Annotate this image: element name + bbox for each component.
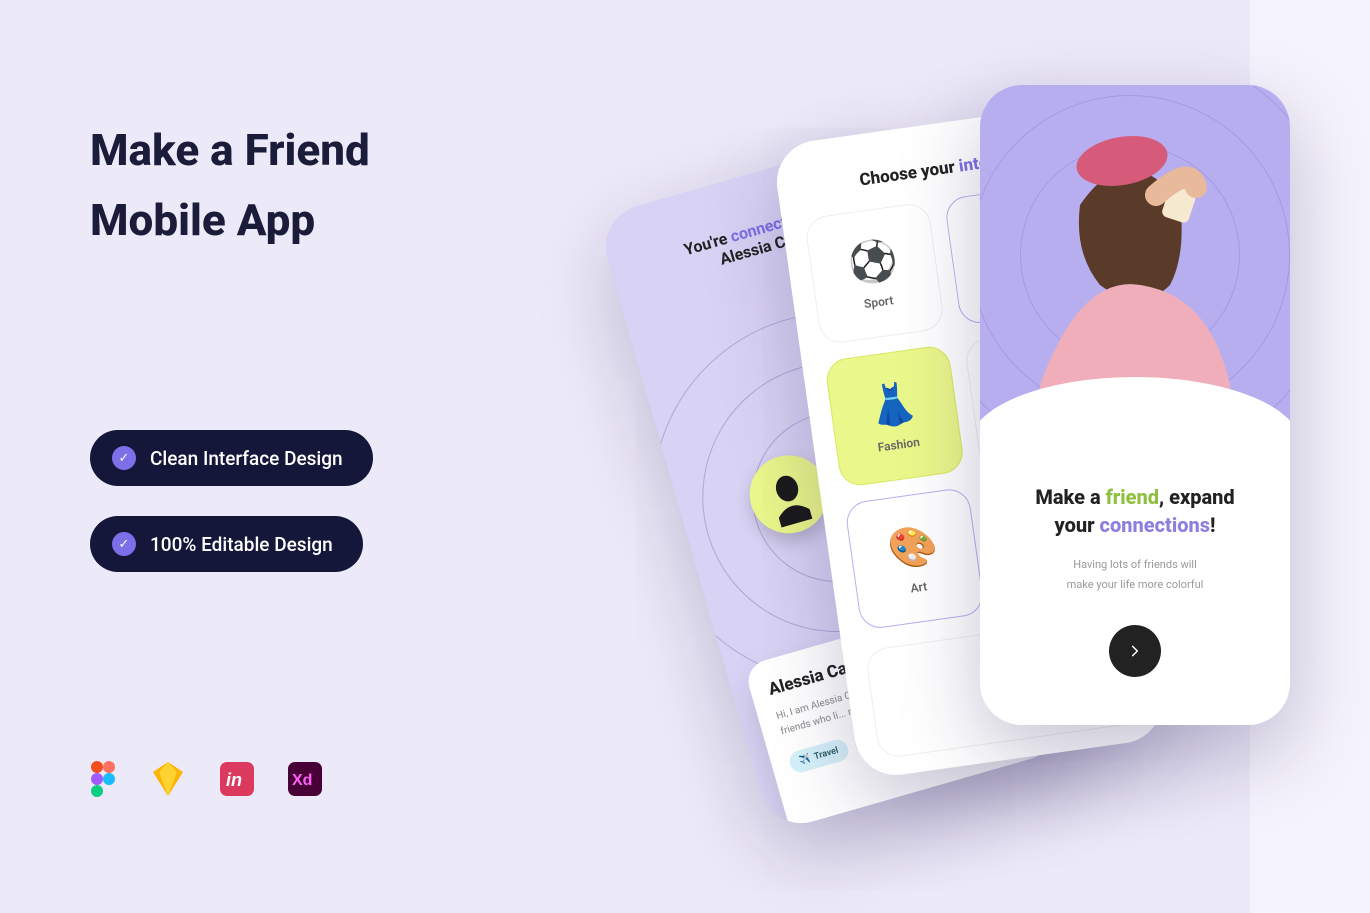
text: , expand	[1159, 485, 1235, 509]
common-text: You & Alessia have ... things in common	[839, 832, 1049, 833]
onboarding-body: Make a friend, expand your connections! …	[980, 455, 1290, 697]
phone-showcase: You're connected with Alessia Cara! Ales…	[560, 85, 1360, 905]
text: !	[1210, 513, 1215, 537]
title-line-1: Make a Friend	[90, 115, 370, 185]
feature-pill-2-label: 100% Editable Design	[150, 533, 333, 556]
next-button[interactable]	[1109, 625, 1161, 677]
tile-label: Fashion	[877, 434, 921, 454]
sketch-icon	[150, 762, 186, 800]
text: your	[1055, 513, 1100, 537]
tile-art[interactable]: 🎨 Art	[844, 487, 986, 631]
tile-fashion[interactable]: 👗 Fashion	[824, 344, 966, 488]
svg-text:Xd: Xd	[292, 772, 312, 789]
svg-text:in: in	[226, 770, 242, 790]
tile-sport[interactable]: ⚽ Sport	[804, 201, 946, 345]
text: Make a	[1035, 485, 1105, 509]
text: Choose your	[858, 157, 960, 191]
chevron-right-icon	[1128, 644, 1142, 658]
palette-icon: 🎨	[885, 520, 941, 573]
tool-icons: in Xd	[90, 760, 322, 802]
onboarding-heading: Make a friend, expand your connections!	[1008, 483, 1262, 539]
feature-pills: ✓ Clean Interface Design ✓ 100% Editable…	[90, 430, 373, 602]
title-line-2: Mobile App	[90, 185, 370, 255]
plane-icon: ✈️	[798, 754, 812, 767]
feature-pill-1: ✓ Clean Interface Design	[90, 430, 373, 486]
chip-travel[interactable]: ✈️ Travel	[787, 737, 851, 775]
feature-pill-1-label: Clean Interface Design	[150, 447, 343, 470]
check-icon: ✓	[112, 446, 136, 470]
text-highlight-purple: connections	[1100, 513, 1210, 537]
tile-label: Sport	[863, 293, 894, 311]
tile-label: Art	[909, 579, 927, 595]
soccer-icon: ⚽	[845, 235, 901, 288]
sub-line: make your life more colorful	[1008, 575, 1262, 595]
feature-pill-2: ✓ 100% Editable Design	[90, 516, 363, 572]
figma-icon	[90, 760, 116, 802]
check-icon: ✓	[112, 532, 136, 556]
sub-line: Having lots of friends will	[1008, 555, 1262, 575]
text-highlight-green: friend	[1106, 485, 1159, 509]
page-title: Make a Friend Mobile App	[90, 115, 370, 256]
phone-3-onboarding: Make a friend, expand your connections! …	[980, 85, 1290, 725]
dress-icon: 👗	[865, 377, 921, 430]
invision-icon: in	[220, 762, 254, 800]
xd-icon: Xd	[288, 762, 322, 800]
hero-image	[980, 85, 1290, 455]
onboarding-sub: Having lots of friends will make your li…	[1008, 555, 1262, 595]
chip-label: Travel	[813, 746, 840, 762]
